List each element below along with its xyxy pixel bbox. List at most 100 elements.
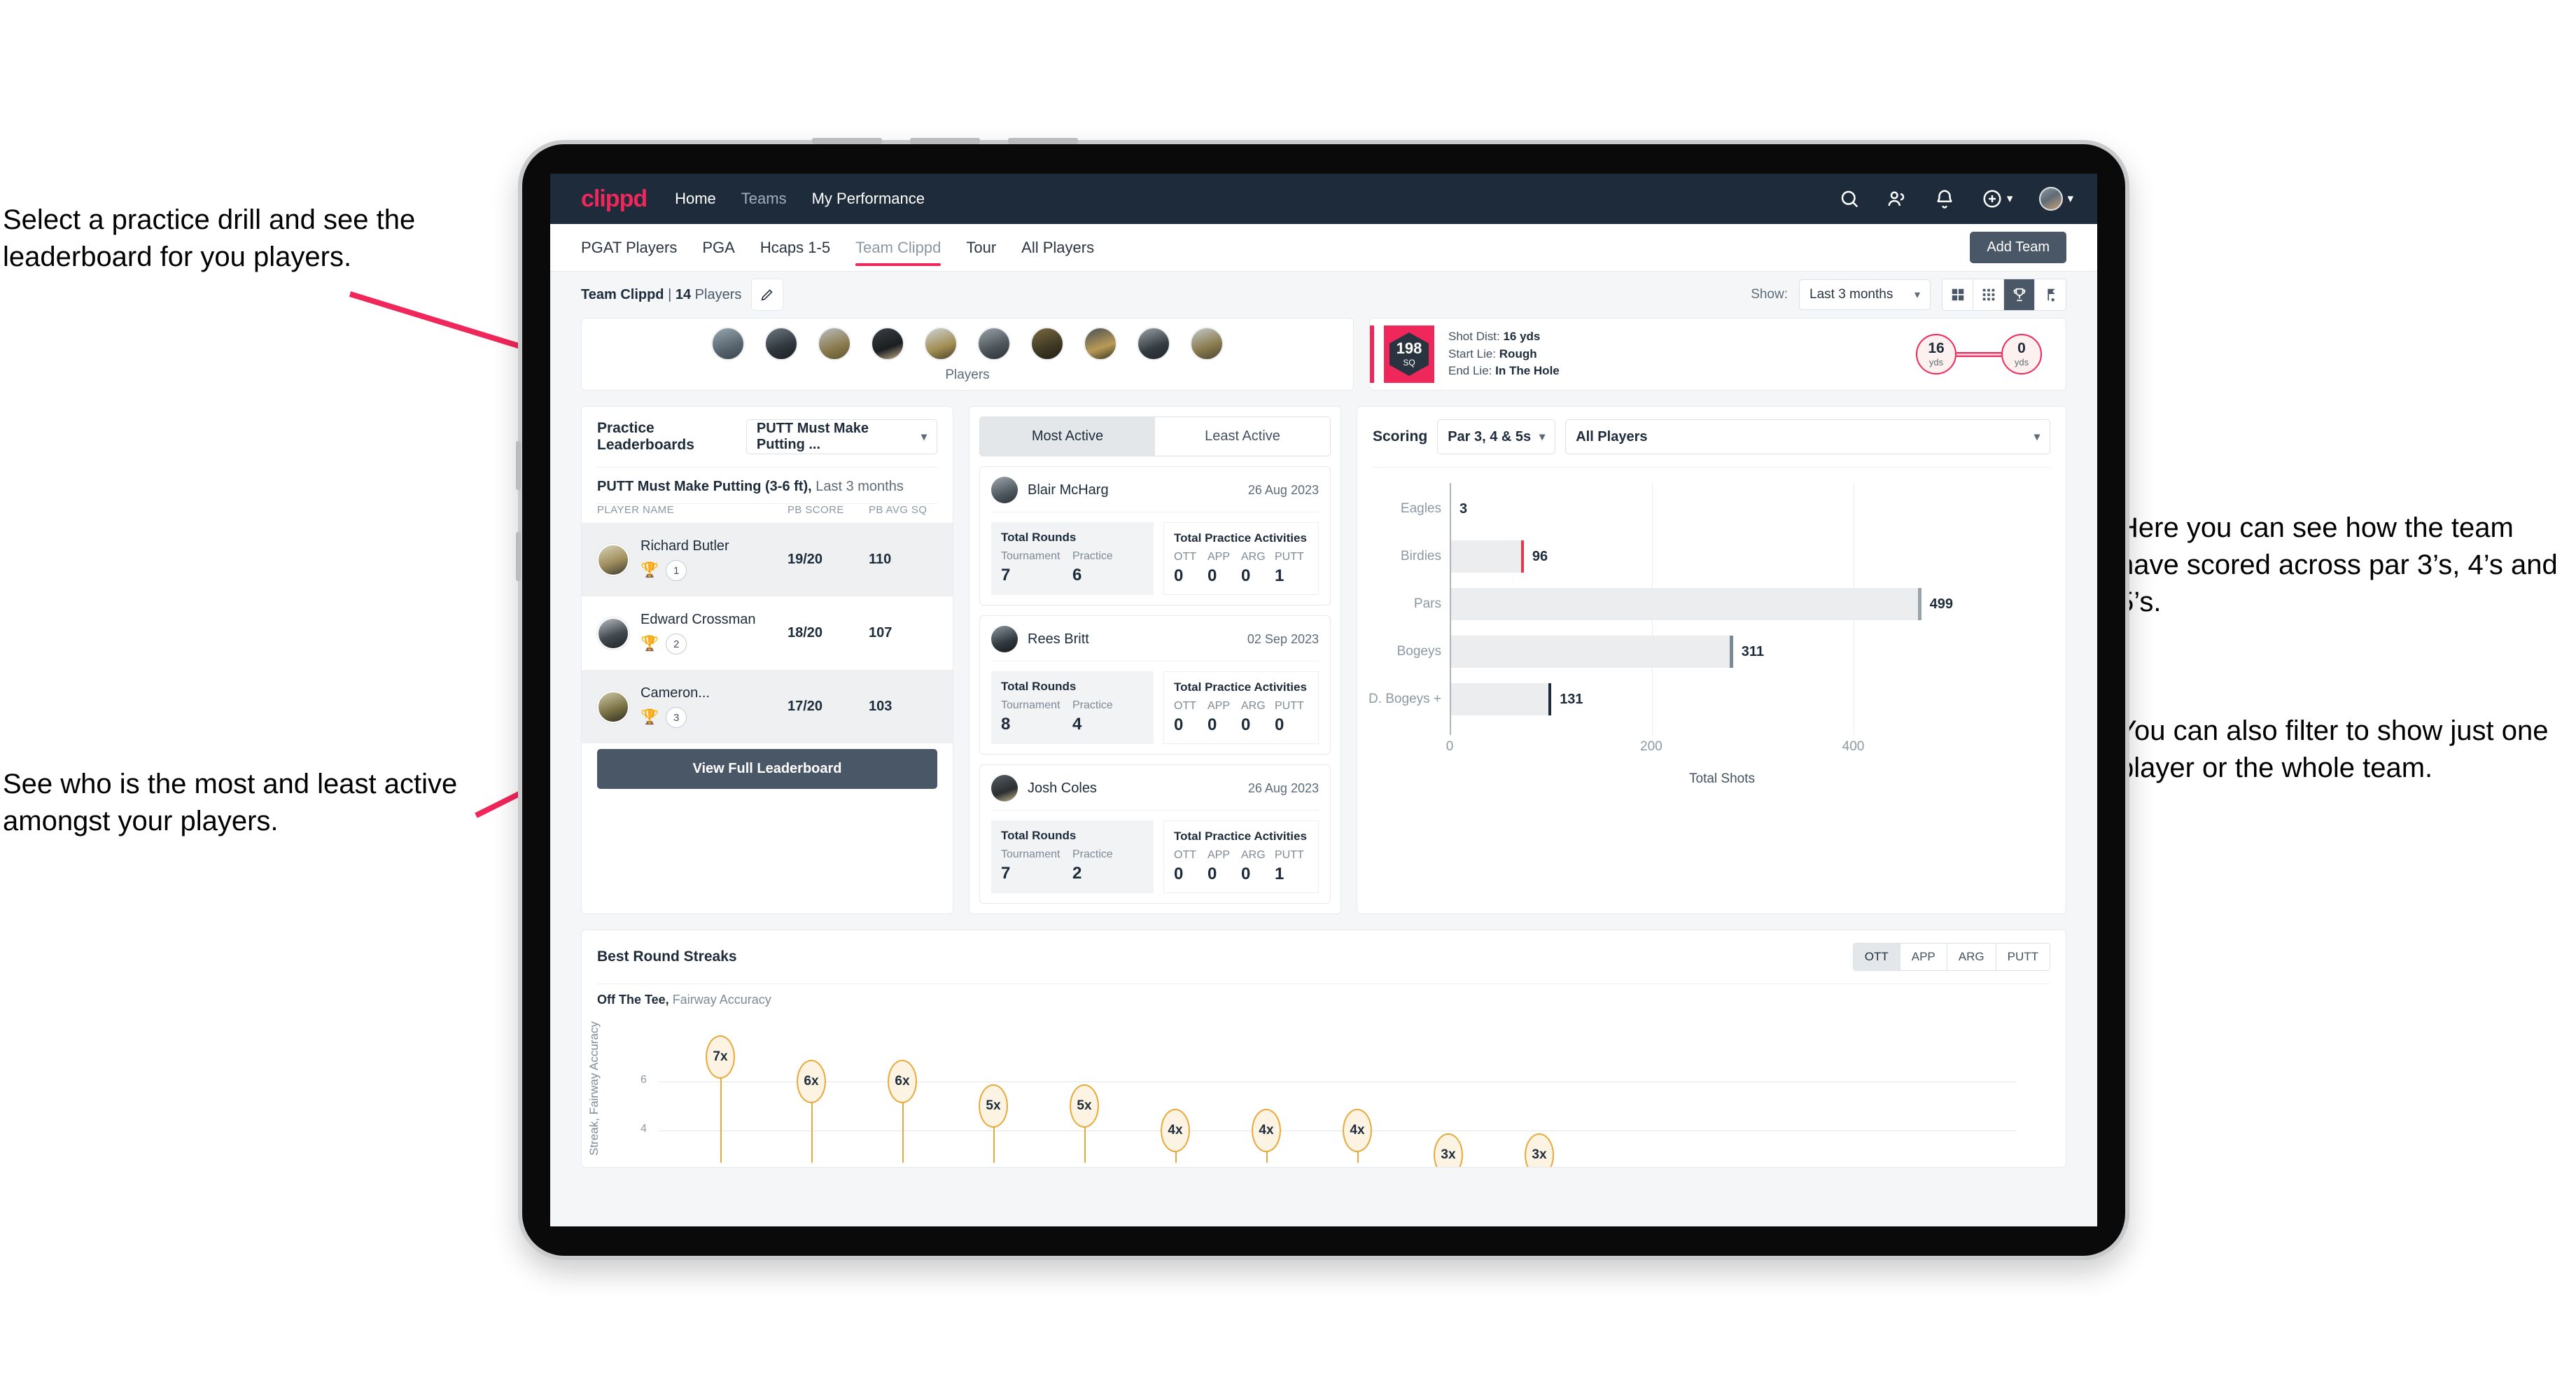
people-icon[interactable]	[1886, 188, 1907, 209]
bar-eagles: Eagles 3	[1401, 493, 1467, 525]
tournament-stat: Tournament 7	[1001, 848, 1072, 883]
activity-player-header: Blair McHarg 26 Aug 2023	[991, 477, 1319, 512]
streak-point[interactable]: 4x	[1161, 1109, 1190, 1152]
avatar[interactable]	[1030, 327, 1064, 360]
side-button-2	[516, 532, 521, 581]
app-value: 0	[1208, 864, 1217, 883]
user-menu[interactable]: ▾	[2039, 187, 2073, 211]
tournament-stat: Tournament 8	[1001, 699, 1072, 734]
streak-point[interactable]: 3x	[1525, 1133, 1554, 1167]
par-select[interactable]: Par 3, 4 & 5s ▾	[1437, 419, 1556, 454]
tab-pga[interactable]: PGA	[702, 224, 734, 272]
team-players-word: Players	[694, 286, 742, 302]
leaderboard-player: Edward Crossman 🏆 2	[640, 612, 788, 654]
table-row[interactable]: Cameron... 🏆 3 17/20 103	[582, 670, 953, 743]
tab-hcaps-1-5[interactable]: Hcaps 1-5	[760, 224, 830, 272]
streaks-header: Best Round Streaks OTT APP ARG PUTT	[582, 930, 2066, 983]
pb-avg-sq-value: 107	[869, 625, 892, 640]
end-lie-label: End Lie:	[1448, 364, 1492, 378]
streak-point[interactable]: 5x	[979, 1084, 1008, 1128]
streak-point[interactable]: 4x	[1252, 1109, 1281, 1152]
streak-point[interactable]: 6x	[888, 1060, 917, 1103]
list-item[interactable]: Josh Coles 26 Aug 2023 Total Rounds Tour…	[979, 764, 1331, 904]
search-icon[interactable]	[1839, 188, 1860, 209]
avatar[interactable]	[977, 327, 1011, 360]
tab-team-clippd[interactable]: Team Clippd	[855, 224, 941, 272]
plus-circle-menu[interactable]: ▾	[1982, 188, 2012, 209]
segment-arg[interactable]: ARG	[1947, 944, 1996, 970]
avatar[interactable]	[2039, 187, 2064, 211]
trophy-icon	[2013, 288, 2025, 302]
top-strip-row: Players 198 SQ Shot Dist: 16 yds Start L…	[581, 318, 2066, 391]
nav-link-teams[interactable]: Teams	[741, 190, 787, 208]
shot-detail-wrap: 198 SQ Shot Dist: 16 yds Start Lie: Roug…	[1370, 318, 2066, 383]
start-lie-value: Rough	[1499, 346, 1537, 360]
period-select[interactable]: Last 3 months ▾	[1799, 279, 1931, 310]
streak-point[interactable]: 7x	[706, 1035, 735, 1079]
tab-least-active[interactable]: Least Active	[1155, 417, 1330, 456]
sq-badge: 198 SQ	[1384, 326, 1434, 383]
avatar[interactable]	[818, 327, 851, 360]
streaks-scatter-chart: Streak, Fairway Accuracy 6 4 7x 6x 6x 5x…	[587, 1014, 2017, 1167]
rank-badge: 3	[666, 707, 687, 728]
view-full-leaderboard-button[interactable]: View Full Leaderboard	[597, 749, 937, 789]
avatar[interactable]	[924, 327, 958, 360]
nav-link-my-performance[interactable]: My Performance	[812, 190, 925, 208]
bar-label-double-bogeys: D. Bogeys +	[1368, 692, 1441, 706]
chevron-down-icon: ▾	[2033, 431, 2040, 443]
list-item[interactable]: Blair McHarg 26 Aug 2023 Total Rounds To…	[979, 466, 1331, 606]
ott-value: 0	[1174, 715, 1184, 734]
view-flag-button[interactable]	[2035, 279, 2066, 310]
avatar[interactable]	[1190, 327, 1224, 360]
segment-app[interactable]: APP	[1900, 944, 1947, 970]
edit-team-button[interactable]	[751, 279, 784, 311]
streak-point[interactable]: 5x	[1070, 1084, 1099, 1128]
streaks-category: Off The Tee,	[597, 993, 669, 1007]
shot-dist-value: 16 yds	[1503, 330, 1541, 344]
streak-point[interactable]: 3x	[1434, 1133, 1463, 1167]
view-grid-small-button[interactable]	[1973, 279, 2004, 310]
drill-select[interactable]: PUTT Must Make Putting ... ▾	[746, 419, 937, 454]
clippd-logo[interactable]: clippd	[581, 186, 648, 213]
scoring-title: Scoring	[1373, 428, 1428, 444]
practice-values: OTT 0 APP 0 ARG	[1174, 849, 1308, 884]
avatar[interactable]	[1084, 327, 1117, 360]
sq-value: 198	[1396, 340, 1422, 357]
view-grid-large-button[interactable]	[1942, 279, 1973, 310]
segment-ott[interactable]: OTT	[1853, 944, 1900, 970]
plus-circle-icon[interactable]	[1982, 188, 2003, 209]
ott-value: 0	[1174, 864, 1184, 883]
tab-tour[interactable]: Tour	[966, 224, 996, 272]
bar-fill	[1451, 636, 1730, 668]
leaderboard-title: Practice Leaderboards	[597, 420, 694, 453]
player-badges: 🏆 3	[640, 707, 788, 728]
scoring-card: Scoring Par 3, 4 & 5s ▾ All Players ▾ Ea…	[1357, 406, 2066, 914]
table-row[interactable]: Edward Crossman 🏆 2 18/20 107	[582, 596, 953, 670]
streak-point[interactable]: 6x	[797, 1060, 826, 1103]
sq-unit: SQ	[1403, 358, 1415, 368]
list-item[interactable]: Rees Britt 02 Sep 2023 Total Rounds Tour…	[979, 615, 1331, 755]
add-team-button[interactable]: Add Team	[1970, 232, 2066, 263]
tab-pgat-players[interactable]: PGAT Players	[581, 224, 677, 272]
bar-value-double-bogeys: 131	[1560, 691, 1583, 707]
avatar[interactable]	[764, 327, 798, 360]
y-tick-4: 4	[640, 1123, 647, 1135]
view-trophy-button[interactable]	[2004, 279, 2035, 310]
nav-link-home[interactable]: Home	[675, 190, 716, 208]
arg-label: ARG	[1241, 700, 1266, 712]
table-row[interactable]: Richard Butler 🏆 1 19/20 110	[582, 523, 953, 596]
bell-icon[interactable]	[1934, 188, 1955, 209]
streak-point[interactable]: 4x	[1343, 1109, 1372, 1152]
avatar[interactable]	[711, 327, 745, 360]
avatar[interactable]	[1137, 327, 1170, 360]
segment-putt[interactable]: PUTT	[1996, 944, 2050, 970]
ott-stat: OTT 0	[1174, 700, 1208, 735]
x-tick-0: 0	[1446, 739, 1454, 754]
player-filter-select[interactable]: All Players ▾	[1565, 419, 2050, 454]
toolbar-right: Show: Last 3 months ▾	[1751, 279, 2066, 311]
tab-all-players[interactable]: All Players	[1021, 224, 1094, 272]
avatar[interactable]	[871, 327, 904, 360]
tab-most-active[interactable]: Most Active	[980, 417, 1155, 456]
end-distance-circle: 0 yds	[2001, 334, 2042, 374]
rank-badge: 2	[666, 634, 687, 654]
